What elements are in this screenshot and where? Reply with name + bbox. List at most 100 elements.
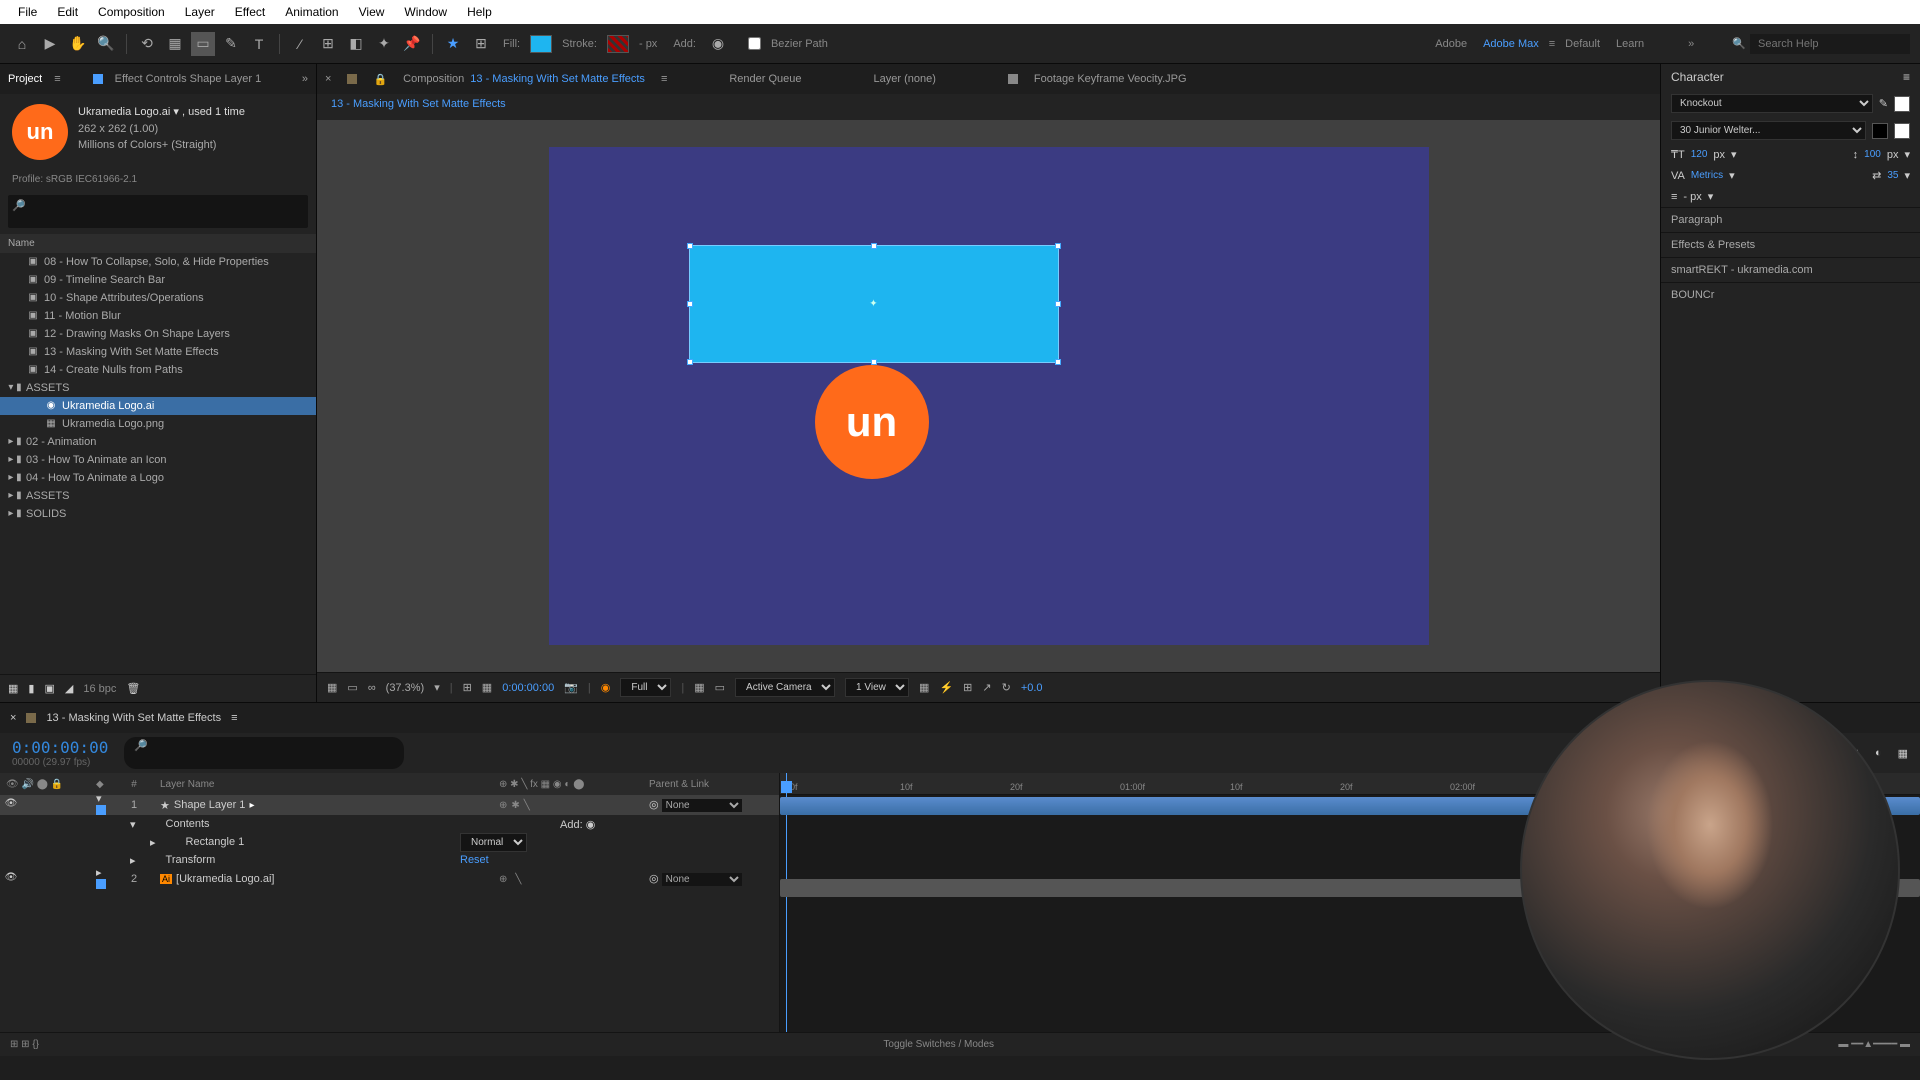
- close-icon[interactable]: ×: [325, 73, 331, 85]
- home-icon[interactable]: ⌂: [10, 32, 34, 56]
- chevron-down-icon[interactable]: ▾: [1731, 148, 1737, 161]
- menu-icon[interactable]: ≡: [231, 712, 237, 724]
- boundary-icon[interactable]: ▭: [347, 681, 357, 694]
- switch-collapse-icon[interactable]: ⊕: [499, 874, 507, 885]
- switch-fx-icon[interactable]: ╲: [515, 874, 521, 885]
- graph-editor-icon[interactable]: ▦: [1898, 747, 1908, 760]
- menu-file[interactable]: File: [8, 5, 47, 19]
- brush-tool-icon[interactable]: ⁄: [288, 32, 312, 56]
- logo-layer[interactable]: un: [815, 365, 929, 479]
- workspace-adobe[interactable]: Adobe: [1435, 38, 1467, 50]
- project-item[interactable]: ▸ ▮ASSETS: [0, 487, 316, 505]
- layer-name[interactable]: Shape Layer 1: [174, 799, 246, 811]
- tab-composition[interactable]: Composition 13 - Masking With Set Matte …: [403, 73, 645, 85]
- interpret-footage-icon[interactable]: ▦: [8, 682, 18, 695]
- exposure-value[interactable]: +0.0: [1021, 682, 1043, 694]
- menu-animation[interactable]: Animation: [275, 5, 348, 19]
- menu-icon[interactable]: ≡: [1903, 70, 1910, 84]
- switch-collapse-icon[interactable]: ⊕: [499, 800, 507, 811]
- composition-viewer[interactable]: un: [317, 120, 1660, 672]
- timeline-row[interactable]: 👁 ▸ 2 Ai[Ukramedia Logo.ai] ⊕╲ ◎ None: [0, 869, 779, 889]
- grid-icon[interactable]: ▦: [482, 681, 492, 694]
- fill-swatch[interactable]: [530, 35, 552, 53]
- eyedropper-icon[interactable]: ✎: [1879, 97, 1888, 110]
- tab-footage[interactable]: Footage Keyframe Veocity.JPG: [1034, 73, 1187, 85]
- menu-icon[interactable]: ≡: [1549, 38, 1555, 50]
- resolution-dropdown[interactable]: Full: [620, 678, 671, 697]
- snapshot-icon[interactable]: 📷: [564, 681, 578, 694]
- parent-column[interactable]: Parent & Link: [649, 779, 779, 790]
- close-icon[interactable]: ×: [10, 712, 16, 724]
- chevron-right-icon[interactable]: »: [302, 73, 308, 85]
- font-size-value[interactable]: 120: [1691, 149, 1708, 160]
- channel-icon[interactable]: ◉: [601, 681, 611, 694]
- twirl-icon[interactable]: ▾: [96, 793, 102, 805]
- workspace-learn[interactable]: Learn: [1616, 38, 1644, 50]
- number-column[interactable]: #: [114, 779, 154, 790]
- paragraph-panel-title[interactable]: Paragraph: [1661, 207, 1920, 232]
- visibility-icon[interactable]: 👁: [4, 872, 18, 886]
- twirl-icon[interactable]: ▸: [130, 854, 136, 867]
- timeline-sub-rectangle[interactable]: ▸ Rectangle 1Normal: [0, 833, 779, 851]
- switches-column[interactable]: ⊕ ✱ ╲ fx ▦ ◉ ◐ ⬤: [499, 779, 649, 790]
- timeline-search-input[interactable]: [134, 752, 394, 767]
- chevron-down-icon[interactable]: ▾: [1904, 148, 1910, 161]
- selection-tool-icon[interactable]: ▶: [38, 32, 62, 56]
- add-shape-icon[interactable]: ◉: [586, 819, 596, 831]
- tab-effect-controls[interactable]: Effect Controls Shape Layer 1: [115, 73, 262, 85]
- effects-presets-panel-title[interactable]: Effects & Presets: [1661, 232, 1920, 257]
- menu-window[interactable]: Window: [394, 5, 457, 19]
- tab-project[interactable]: Project: [8, 73, 42, 85]
- timeline-search[interactable]: 🔎: [124, 737, 404, 769]
- project-item[interactable]: ▸ ▮02 - Animation: [0, 433, 316, 451]
- switch-quality-icon[interactable]: ✱: [511, 800, 519, 811]
- roto-tool-icon[interactable]: ✦: [372, 32, 396, 56]
- stroke-px[interactable]: - px: [639, 38, 657, 50]
- view-dropdown[interactable]: 1 View: [845, 678, 909, 697]
- project-item[interactable]: ▸ ▮04 - How To Animate a Logo: [0, 469, 316, 487]
- project-search-input[interactable]: [12, 212, 304, 224]
- project-column-name[interactable]: Name: [0, 234, 316, 253]
- timeline-row[interactable]: 👁 ▾ 1 ★Shape Layer 1 ▸ ⊕✱╲ ◎ None: [0, 795, 779, 815]
- pixel-aspect-icon[interactable]: ▦: [919, 681, 929, 694]
- twirl-icon[interactable]: ▾: [130, 818, 136, 831]
- composition-breadcrumb[interactable]: 13 - Masking With Set Matte Effects: [317, 94, 1660, 120]
- pickwhip-icon[interactable]: ◎: [649, 799, 659, 811]
- region-icon[interactable]: ▭: [715, 681, 725, 694]
- puppet-tool-icon[interactable]: 📌: [400, 32, 424, 56]
- blend-mode-dropdown[interactable]: Normal: [460, 833, 527, 852]
- current-time-display[interactable]: 0:00:00:00: [12, 738, 108, 757]
- workspace-adobemax[interactable]: Adobe Max: [1483, 38, 1539, 50]
- timeline-sub-contents[interactable]: ▾ ContentsAdd: ◉: [0, 815, 779, 833]
- workspace-default[interactable]: Default: [1565, 38, 1600, 50]
- bezier-checkbox[interactable]: [748, 37, 761, 50]
- eye-column-icon[interactable]: 👁 🔊 ⬤ 🔒: [0, 779, 63, 790]
- type-tool-icon[interactable]: T: [247, 32, 271, 56]
- parent-dropdown[interactable]: None: [662, 799, 742, 812]
- menu-effect[interactable]: Effect: [225, 5, 275, 19]
- new-folder-icon[interactable]: ▮: [28, 682, 34, 695]
- menu-icon[interactable]: ≡: [661, 73, 667, 85]
- zoom-in-icon[interactable]: ▬: [1900, 1039, 1910, 1050]
- chevron-right-icon[interactable]: »: [1688, 38, 1694, 50]
- twirl-icon[interactable]: ▸: [96, 867, 102, 879]
- label-swatch[interactable]: [96, 805, 106, 815]
- time-display[interactable]: 0:00:00:00: [502, 682, 554, 694]
- stroke-swatch[interactable]: [607, 35, 629, 53]
- project-item[interactable]: ▸ ▮SOLIDS: [0, 505, 316, 523]
- smartrekt-panel-title[interactable]: smartREKT - ukramedia.com: [1661, 257, 1920, 282]
- project-item[interactable]: ▣10 - Shape Attributes/Operations: [0, 289, 316, 307]
- zoom-display[interactable]: (37.3%): [386, 682, 425, 694]
- chevron-down-icon[interactable]: ▾: [434, 681, 440, 694]
- snap-icon[interactable]: ⊞: [469, 32, 493, 56]
- menu-layer[interactable]: Layer: [175, 5, 225, 19]
- clone-tool-icon[interactable]: ⊞: [316, 32, 340, 56]
- alpha-icon[interactable]: ▦: [327, 681, 337, 694]
- hand-tool-icon[interactable]: ✋: [66, 32, 90, 56]
- pickwhip-icon[interactable]: ◎: [649, 873, 659, 885]
- pan-behind-tool-icon[interactable]: ▦: [163, 32, 187, 56]
- project-item[interactable]: ▣13 - Masking With Set Matte Effects: [0, 343, 316, 361]
- reset-link[interactable]: Reset: [460, 854, 489, 866]
- pen-tool-icon[interactable]: ✎: [219, 32, 243, 56]
- stroke-width-value[interactable]: - px: [1683, 191, 1701, 203]
